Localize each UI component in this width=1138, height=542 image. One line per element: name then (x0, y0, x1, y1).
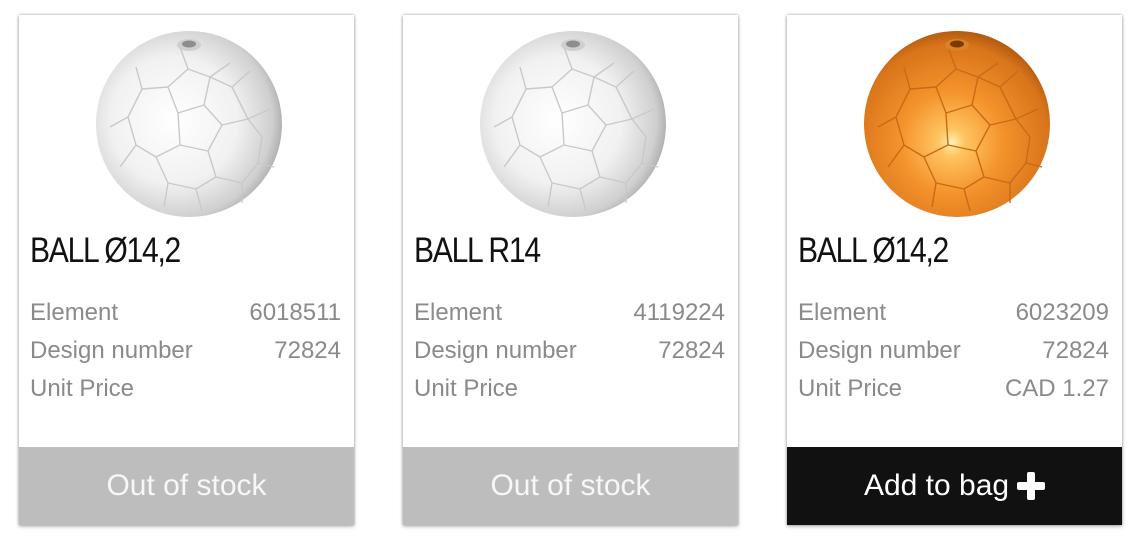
spec-label: Unit Price (414, 375, 519, 402)
spec-value: 6018511 (249, 299, 341, 326)
spec-row-design-number: Design number 72824 (414, 332, 725, 370)
product-title[interactable]: BALL Ø14,2 (30, 225, 181, 277)
product-specs: Element 6023209 Design number 72824 Unit… (798, 294, 1109, 408)
spec-row-design-number: Design number 72824 (30, 332, 341, 370)
spec-row-element: Element 6018511 (30, 294, 341, 332)
spec-label: Element (30, 299, 119, 326)
spec-row-unit-price: Unit Price (414, 370, 725, 408)
add-to-bag-button[interactable]: Add to bag (787, 447, 1122, 525)
plus-icon (1017, 472, 1046, 500)
spec-label: Unit Price (798, 375, 903, 402)
out-of-stock-button[interactable]: Out of stock (403, 447, 738, 525)
white-soccer-ball-image[interactable] (92, 27, 286, 221)
spec-row-unit-price: Unit Price (30, 370, 341, 408)
out-of-stock-button[interactable]: Out of stock (19, 447, 354, 525)
spec-label: Element (798, 299, 887, 326)
spec-label: Design number (798, 337, 961, 364)
product-title[interactable]: BALL R14 (414, 225, 541, 277)
product-card: BALL R14 Element 4119224 Design number 7… (403, 15, 738, 525)
orange-soccer-ball-image[interactable] (860, 27, 1054, 221)
product-card: BALL Ø14,2 Element 6018511 Design number… (19, 15, 354, 525)
spec-row-design-number: Design number 72824 (798, 332, 1109, 370)
spec-label: Design number (414, 337, 577, 364)
product-specs: Element 4119224 Design number 72824 Unit… (414, 294, 725, 408)
spec-value: 6023209 (1015, 299, 1109, 326)
spec-value: 72824 (1042, 337, 1109, 364)
spec-value: CAD 1.27 (1004, 375, 1109, 402)
spec-value: 72824 (274, 337, 341, 364)
add-to-bag-label: Add to bag (863, 469, 1010, 502)
product-specs: Element 6018511 Design number 72824 Unit… (30, 294, 341, 408)
spec-value: 72824 (658, 337, 725, 364)
spec-label: Design number (30, 337, 193, 364)
spec-label: Unit Price (30, 375, 135, 402)
white-soccer-ball-image[interactable] (476, 27, 670, 221)
product-title[interactable]: BALL Ø14,2 (798, 225, 949, 277)
spec-row-element: Element 6023209 (798, 294, 1109, 332)
product-card: BALL Ø14,2 Element 6023209 Design number… (787, 15, 1122, 525)
spec-row-unit-price: Unit Price CAD 1.27 (798, 370, 1109, 408)
spec-value: 4119224 (633, 299, 725, 326)
spec-row-element: Element 4119224 (414, 294, 725, 332)
spec-label: Element (414, 299, 503, 326)
